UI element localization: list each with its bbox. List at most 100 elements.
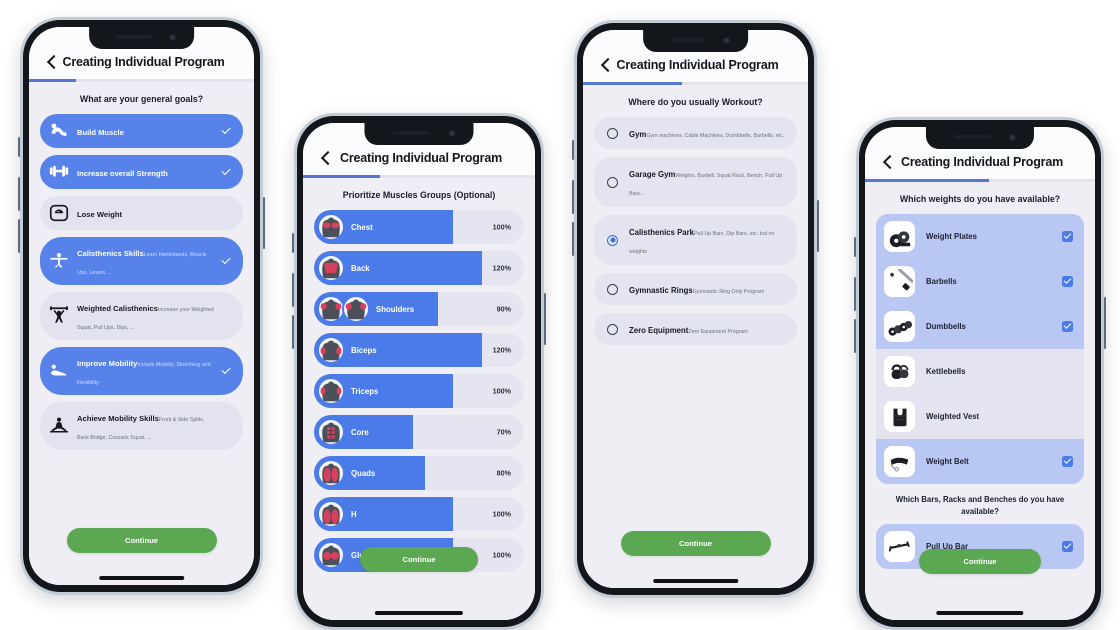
phone-volume-up-button[interactable] [18,177,20,211]
weight-row-weight-plates[interactable]: Weight Plates [876,214,1084,260]
radio-button[interactable] [607,234,618,246]
muscle-name: Triceps [351,386,379,396]
checkbox[interactable] [1062,366,1073,377]
location-option-calisthenics-park[interactable]: Calisthenics ParkPull Up Bars, Dip Bars,… [594,215,797,266]
continue-button[interactable]: Continue [919,549,1041,574]
checkbox[interactable] [1062,540,1073,552]
goals-list: Build Muscle Increase overall Strength Los… [40,114,243,451]
muscle-row-h[interactable]: H 100% [314,497,524,532]
checkbox[interactable] [1062,276,1073,288]
chevron-left-icon[interactable] [43,53,61,71]
page-title: Creating Individual Program [340,151,502,165]
weight-row-weighted-vest[interactable]: Weighted Vest [876,394,1084,440]
question-label: Which weights do you have available? [899,193,1061,204]
goal-card-achieve-mobility-skills[interactable]: Achieve Mobility SkillsFront & Side Spli… [40,402,243,451]
goal-card-improve-mobility[interactable]: Improve MobilityInclude Mobility, Stretc… [40,347,243,396]
goal-title: Build Muscle [77,128,124,138]
muscle-row-chest[interactable]: Chest 100% [314,210,524,245]
location-option-gymnastic-rings[interactable]: Gymnastic RingsGymnastic Ring Only Progr… [594,273,797,306]
home-indicator[interactable] [652,579,739,583]
chevron-left-icon[interactable] [317,149,335,167]
phone-volume-up-button[interactable] [292,273,294,307]
radio-button[interactable] [607,176,618,188]
chevron-left-icon[interactable] [597,56,615,74]
progress-track [583,82,808,85]
checkbox[interactable] [1062,321,1073,333]
location-title: Zero Equipment [629,326,689,336]
phone-power-button[interactable] [817,200,819,252]
hamstrings-anatomy-icon [317,500,345,529]
home-indicator[interactable] [374,611,464,615]
goal-card-build-muscle[interactable]: Build Muscle [40,114,243,149]
chevron-left-icon[interactable] [879,153,897,171]
location-text: Garage GymWeights, Barbell, Squat Rack, … [629,164,787,200]
weight-name: Barbells [926,277,957,287]
app-screen-muscles: Creating Individual Program Prioritize M… [303,123,535,620]
muscle-name: Core [351,427,369,437]
goal-card-increase-overall-strength[interactable]: Increase overall Strength [40,155,243,190]
weight-row-dumbbells[interactable]: Dumbbells [876,304,1084,350]
app-screen-goals: Creating Individual Program What are you… [29,27,254,585]
checkbox[interactable] [1062,411,1073,422]
phone-volume-up-button[interactable] [854,277,856,311]
planche-icon [48,250,70,272]
goals-scroll-area[interactable]: What are your general goals? Build Muscl… [29,81,254,585]
muscle-icon-group [314,254,345,283]
muscle-percent: 100% [492,550,511,560]
goal-title: Increase overall Strength [77,169,168,179]
location-text: Calisthenics ParkPull Up Bars, Dip Bars,… [629,222,787,258]
muscle-row-triceps[interactable]: Triceps 100% [314,374,524,409]
muscle-percent: 90% [496,304,511,314]
radio-button[interactable] [607,127,618,139]
weight-row-barbells[interactable]: Barbells [876,259,1084,305]
phone-volume-up-button[interactable] [572,180,574,214]
phone-power-button[interactable] [1104,297,1106,349]
location-option-gym[interactable]: GymGym machines, Cable Machines, Dumbbel… [594,117,797,150]
locations-list: GymGym machines, Cable Machines, Dumbbel… [594,117,797,346]
phone-mute-switch[interactable] [292,233,294,253]
phone-mute-switch[interactable] [854,237,856,257]
weight-row-kettlebells[interactable]: Kettlebells [876,349,1084,395]
muscle-row-quads[interactable]: Quads 80% [314,456,524,491]
muscle-row-shoulders[interactable]: Shoulders 90% [314,292,524,327]
muscle-row-core[interactable]: Core 70% [314,415,524,450]
location-option-garage-gym[interactable]: Garage GymWeights, Barbell, Squat Rack, … [594,157,797,208]
goal-text: Calisthenics SkillsLearn Handstands, Mus… [77,243,215,279]
biceps-anatomy-icon [317,336,345,365]
phone-mute-switch[interactable] [18,137,20,157]
muscle-row-back[interactable]: Back 120% [314,251,524,286]
front-camera-icon [723,37,731,44]
radio-button[interactable] [607,283,618,295]
continue-button[interactable]: Continue [620,531,771,556]
phone-mockup-equipment: Creating Individual Program Which weight… [854,117,1106,630]
weights-list: Weight Plates Barbells Dumbbells Kettlebell… [876,214,1084,485]
radio-button[interactable] [607,323,618,335]
muscle-icon-group [314,336,345,365]
phone-volume-down-button[interactable] [854,319,856,353]
check-icon [220,166,232,178]
phone-volume-down-button[interactable] [292,315,294,349]
muscle-row-biceps[interactable]: Biceps 120% [314,333,524,368]
phone-volume-down-button[interactable] [18,219,20,253]
phone-power-button[interactable] [544,293,546,345]
location-option-zero-equipment[interactable]: Zero EquipmentZero Equipment Program [594,313,797,346]
check-icon [220,365,232,377]
phone-mute-switch[interactable] [572,140,574,160]
checkbox[interactable] [1062,456,1073,468]
goal-title: Achieve Mobility Skills [77,414,159,424]
continue-button[interactable]: Continue [66,528,217,553]
continue-button[interactable]: Continue [360,547,478,572]
section-heading-bars: Which Bars, Racks and Benches do you hav… [895,495,1065,516]
checkbox[interactable] [1062,231,1073,243]
home-indicator[interactable] [98,576,185,580]
goal-card-weighted-calisthenics[interactable]: Weighted CalisthenicsIncrease your Weigh… [40,292,243,341]
goal-card-calisthenics-skills[interactable]: Calisthenics SkillsLearn Handstands, Mus… [40,237,243,286]
chest-anatomy-icon [317,213,345,242]
weight-row-weight-belt[interactable]: Weight Belt [876,439,1084,485]
home-indicator[interactable] [936,611,1024,615]
phone-volume-down-button[interactable] [572,222,574,256]
location-scroll-area[interactable]: Where do you usually Workout? GymGym mac… [583,84,808,588]
phone-power-button[interactable] [263,197,265,249]
goal-card-lose-weight[interactable]: Lose Weight [40,196,243,231]
question-label: Where do you usually Workout? [628,96,763,107]
